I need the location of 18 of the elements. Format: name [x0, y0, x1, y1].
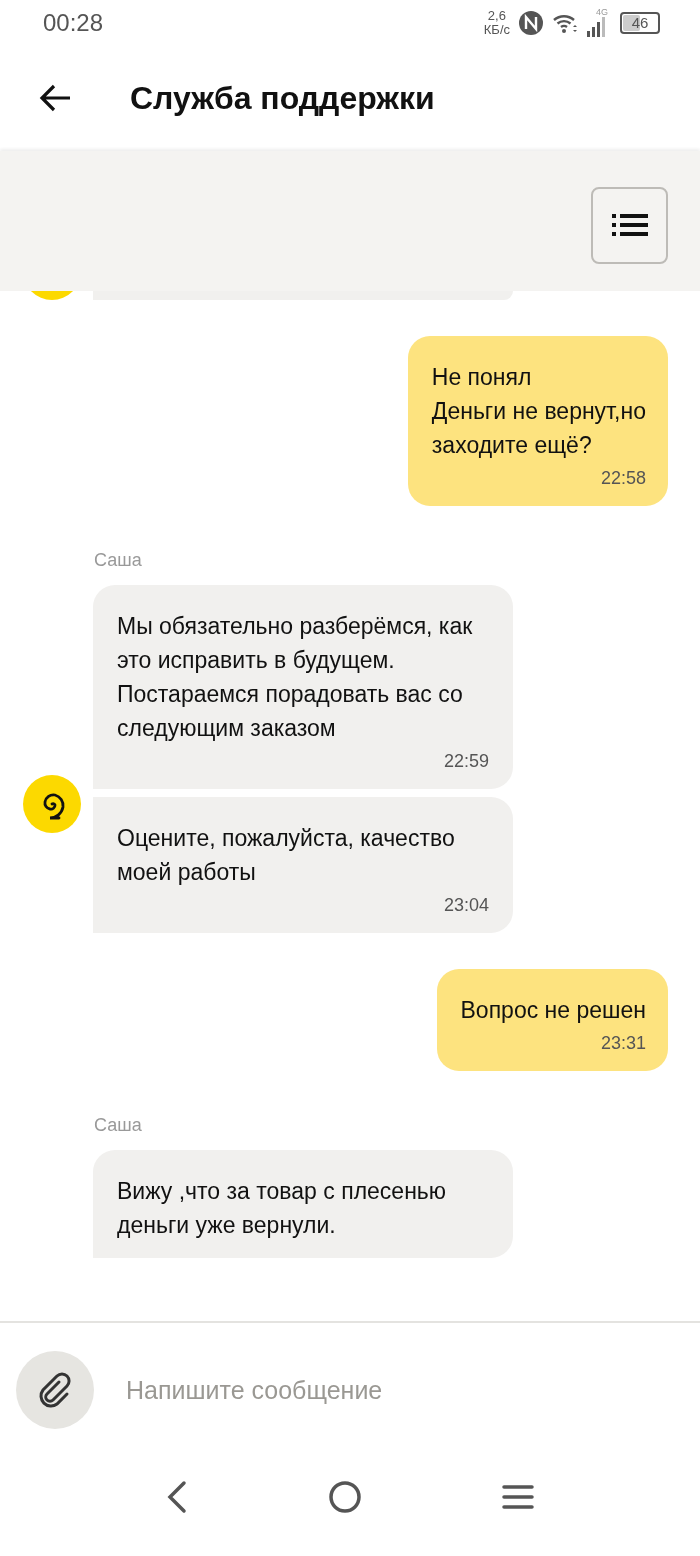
message-text: Оцените, пожалуйста, качество моей работы [117, 824, 456, 887]
status-time: 00:28 [43, 8, 104, 37]
speed-value: 2,6 [487, 8, 506, 23]
message-time: 23:04 [442, 894, 489, 917]
sender-name: Саша [94, 550, 143, 571]
message-text: Вижу ,что за товар с плесенью деньги уже вернули. [117, 1177, 448, 1240]
message-input[interactable]: Напишите сообщение [124, 1374, 700, 1406]
sender-name: Саша [94, 1115, 143, 1136]
network-type: 4G [596, 8, 608, 17]
battery-percent: 46 [631, 14, 649, 31]
message-time: 22:58 [599, 467, 646, 490]
speed-unit: КБ/с [483, 22, 510, 37]
message-time: 23:31 [599, 1032, 646, 1055]
message-text: Не понял Деньги не вернут,но заходите ещё? [431, 363, 646, 460]
message-text: Мы обязательно разберёмся, как это исправить в будущем. Постараемся порадовать вас со следующим заказом [117, 612, 474, 743]
message-text: Вопрос не решен [460, 996, 646, 1025]
screen-title: Служба поддержки [130, 79, 435, 117]
message-time: 22:59 [442, 750, 489, 773]
